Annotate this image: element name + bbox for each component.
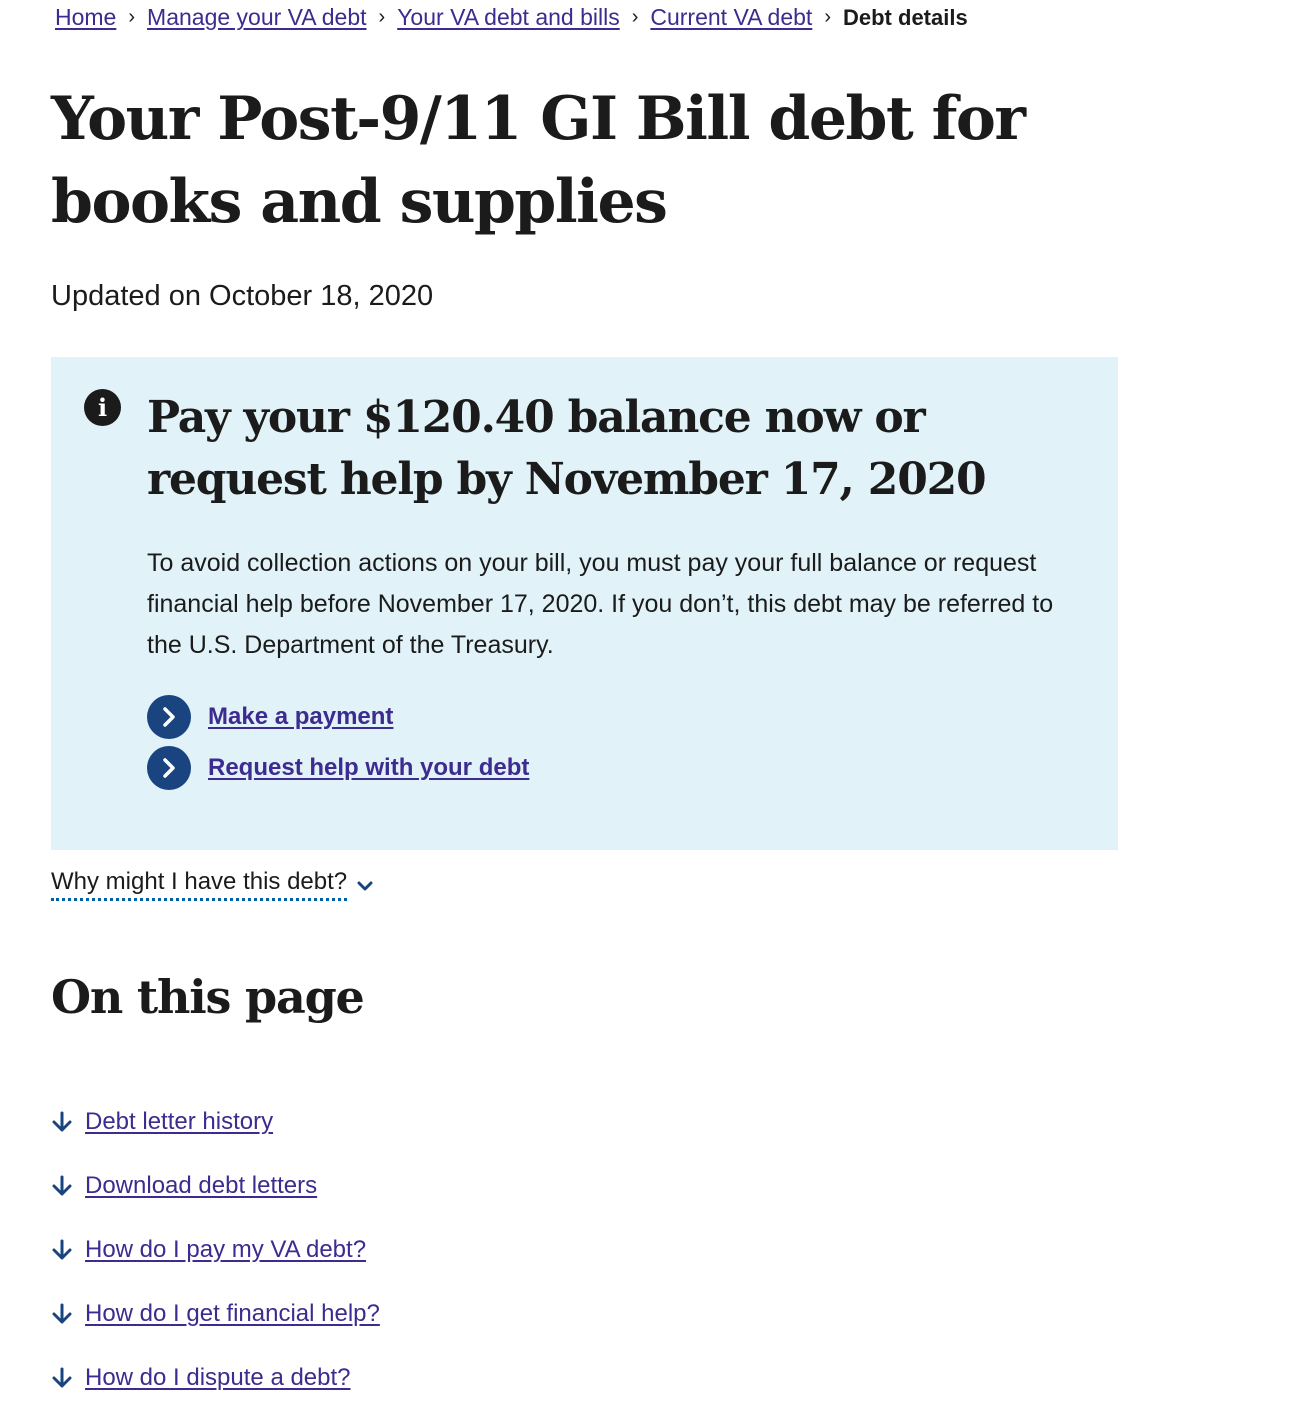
breadcrumb-home-link[interactable]: Home (55, 4, 116, 31)
alert-heading: Pay your $120.40 balance now or request … (147, 392, 987, 505)
toc-dispute-debt-link[interactable]: How do I dispute a debt? (85, 1364, 351, 1392)
info-alert: i Pay your $120.40 balance now or reques… (51, 357, 1118, 850)
chevron-right-circle-icon (147, 746, 191, 790)
on-this-page-heading: On this page (51, 970, 365, 1024)
list-item: How do I pay my VA debt? (51, 1218, 380, 1282)
chevron-down-icon (357, 871, 373, 899)
chevron-right-circle-icon (147, 695, 191, 739)
breadcrumb-separator-icon: › (128, 6, 136, 28)
arrow-down-icon (52, 1303, 72, 1324)
list-item: Download debt letters (51, 1154, 380, 1218)
request-help-action: Request help with your debt (147, 746, 529, 790)
arrow-down-icon (52, 1111, 72, 1132)
breadcrumb-current: Debt details (843, 4, 968, 30)
make-payment-action: Make a payment (147, 695, 393, 739)
toc-debt-letter-history-link[interactable]: Debt letter history (85, 1108, 273, 1136)
alert-body: To avoid collection actions on your bill… (147, 549, 1054, 659)
why-debt-label: Why might I have this debt? (51, 868, 348, 901)
info-icon: i (84, 389, 121, 426)
breadcrumb-separator-icon: › (824, 6, 831, 28)
toc-financial-help-link[interactable]: How do I get financial help? (85, 1300, 380, 1328)
toc-download-letters-link[interactable]: Download debt letters (85, 1172, 317, 1200)
why-debt-expander[interactable]: Why might I have this debt? (51, 868, 373, 901)
list-item: How do I get financial help? (51, 1282, 380, 1346)
updated-date: Updated on October 18, 2020 (51, 280, 434, 312)
breadcrumb: Home › Manage your VA debt › Your VA deb… (55, 4, 968, 31)
toc-pay-debt-link[interactable]: How do I pay my VA debt? (85, 1236, 366, 1264)
make-payment-link[interactable]: Make a payment (208, 703, 393, 731)
list-item: Debt letter history (51, 1090, 380, 1154)
breadcrumb-manage-debt-link[interactable]: Manage your VA debt (147, 4, 367, 31)
arrow-down-icon (52, 1239, 72, 1260)
arrow-down-icon (52, 1367, 72, 1388)
breadcrumb-separator-icon: › (631, 6, 639, 28)
request-help-link[interactable]: Request help with your debt (208, 754, 529, 782)
breadcrumb-debt-and-bills-link[interactable]: Your VA debt and bills (397, 4, 620, 31)
breadcrumb-separator-icon: › (378, 6, 386, 28)
page-title: Your Post-9/11 GI Bill debt for books an… (51, 84, 1026, 237)
on-this-page-list: Debt letter history Download debt letter… (51, 1090, 380, 1410)
arrow-down-icon (52, 1175, 72, 1196)
breadcrumb-current-debt-link[interactable]: Current VA debt (650, 4, 812, 31)
list-item: How do I dispute a debt? (51, 1346, 380, 1410)
